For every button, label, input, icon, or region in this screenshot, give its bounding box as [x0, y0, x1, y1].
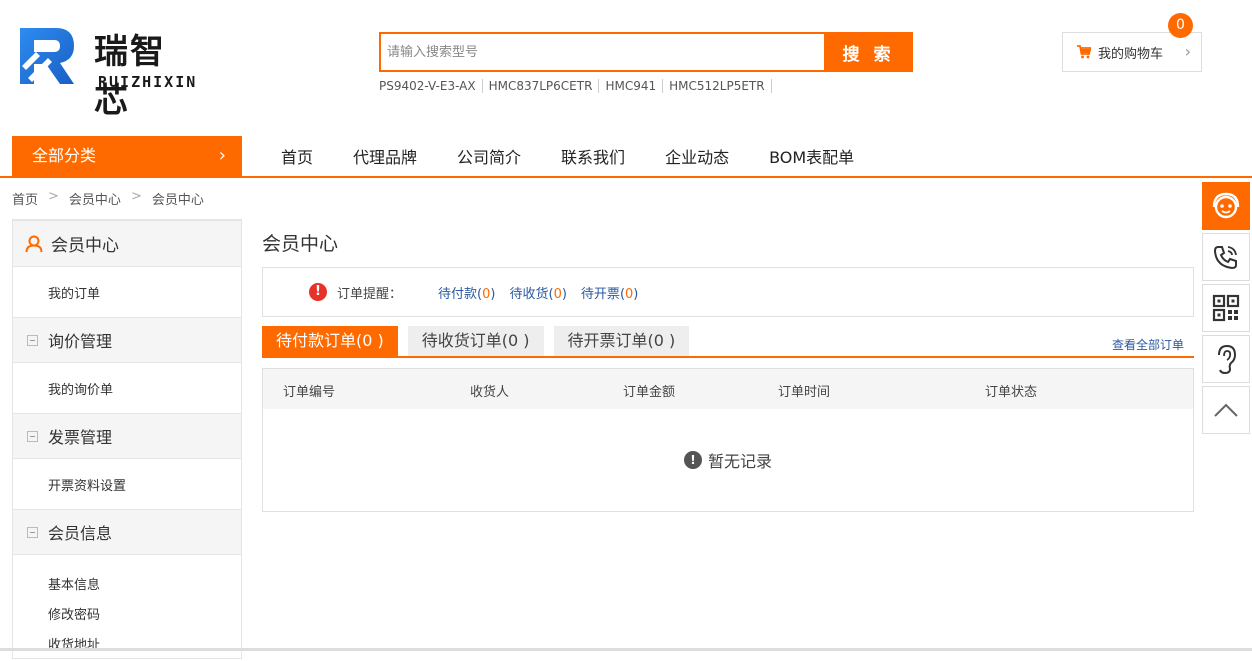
breadcrumb-separator: > [130, 189, 142, 204]
qrcode-button[interactable] [1202, 284, 1250, 332]
all-categories-button[interactable]: 全部分类 › [12, 136, 242, 176]
hot-part-link[interactable]: HMC837LP6CETR [483, 79, 600, 93]
ear-icon [1218, 344, 1237, 375]
cart-button[interactable]: 我的购物车 › [1062, 32, 1202, 72]
chevron-right-icon: › [1184, 42, 1191, 61]
hot-part-link[interactable]: PS9402-V-E3-AX [379, 79, 483, 93]
column-header: 订单时间 [778, 385, 831, 400]
breadcrumb-item[interactable]: 会员中心 [69, 189, 121, 208]
column-header: 订单状态 [985, 385, 1038, 400]
nav-link-contact[interactable]: 联系我们 [561, 144, 625, 168]
reminder-label: 待付款 [438, 286, 478, 302]
search-button[interactable]: 搜 索 [824, 32, 913, 72]
sidebar-item-change-password[interactable]: 修改密码 [13, 601, 241, 631]
empty-state-text: 暂无记录 [707, 452, 772, 471]
collapse-icon [27, 526, 38, 538]
user-icon [25, 235, 43, 252]
table-header: 订单编号 收货人 订单金额 订单时间 订单状态 [263, 369, 1193, 409]
ear-button[interactable] [1202, 335, 1250, 383]
nav-link-news[interactable]: 企业动态 [665, 144, 729, 168]
all-categories-label: 全部分类 [32, 146, 97, 165]
collapse-icon [27, 430, 38, 442]
customer-service-icon [1212, 192, 1240, 219]
tab-pending-receipt[interactable]: 待收货订单(0 ) [407, 326, 544, 356]
collapse-icon [27, 334, 38, 346]
reminder-pending-invoice[interactable]: 待开票(0) [581, 283, 638, 302]
sidebar-group-label: 询价管理 [48, 332, 113, 351]
breadcrumb-item[interactable]: 首页 [12, 189, 38, 208]
sidebar-title-label: 会员中心 [51, 236, 119, 256]
hot-part-link[interactable]: HMC941 [599, 79, 664, 93]
sidebar-item-invoice-settings[interactable]: 开票资料设置 [13, 475, 126, 494]
qrcode-icon [1212, 294, 1240, 322]
sidebar-item-my-inquiries[interactable]: 我的询价单 [13, 379, 113, 398]
reminder-pending-payment[interactable]: 待付款(0) [438, 283, 495, 302]
phone-icon [1213, 246, 1237, 270]
reminder-count: 0 [482, 286, 491, 302]
breadcrumb-separator: > [48, 189, 59, 204]
logo[interactable]: 瑞智芯 RUIZHIXIN [18, 24, 198, 121]
sidebar-link-row: 我的询价单 [13, 363, 241, 413]
floating-toolbar [1202, 182, 1252, 437]
sidebar-group-member-info[interactable]: 会员信息 [13, 509, 241, 555]
reminder-label: 待收货 [509, 286, 549, 302]
sidebar-item-my-orders[interactable]: 我的订单 [13, 283, 100, 302]
hot-parts-list: PS9402-V-E3-AX HMC837LP6CETR HMC941 HMC5… [379, 79, 772, 93]
sidebar-link-row: 我的订单 [13, 267, 241, 317]
nav-links: 首页 代理品牌 公司简介 联系我们 企业动态 BOM表配单 [281, 136, 894, 176]
back-to-top-button[interactable] [1202, 386, 1250, 434]
logo-mark-icon [20, 28, 74, 84]
main-content: 会员中心 ! 订单提醒： 待付款(0) 待收货(0) 待开票(0) 待付款订单(… [262, 219, 1194, 512]
view-all-orders-link[interactable]: 查看全部订单 [1112, 336, 1184, 353]
breadcrumb: 首页 > 会员中心 > 会员中心 [12, 189, 204, 208]
sidebar-group-label: 发票管理 [48, 428, 113, 447]
reminder-pending-receipt[interactable]: 待收货(0) [509, 283, 566, 302]
main-nav: 全部分类 › 首页 代理品牌 公司简介 联系我们 企业动态 BOM表配单 [0, 136, 1252, 178]
sidebar-link-list: 基本信息 修改密码 收货地址 [13, 555, 241, 661]
sidebar-title: 会员中心 [13, 221, 241, 267]
sidebar-item-basic-info[interactable]: 基本信息 [13, 571, 241, 601]
empty-state: ! 暂无记录 [263, 409, 1193, 511]
order-reminder: ! 订单提醒： 待付款(0) 待收货(0) 待开票(0) [262, 267, 1194, 317]
search-bar: 搜 索 [379, 32, 913, 72]
phone-button[interactable] [1202, 233, 1250, 281]
customer-service-button[interactable] [1202, 182, 1250, 230]
sidebar-group-invoice[interactable]: 发票管理 [13, 413, 241, 459]
nav-link-home[interactable]: 首页 [281, 144, 313, 168]
reminder-count: 0 [553, 286, 562, 302]
column-header: 订单金额 [623, 385, 676, 400]
back-to-top-icon [1214, 403, 1238, 417]
column-header: 订单编号 [283, 385, 336, 400]
chevron-right-icon: › [218, 145, 226, 166]
sidebar-item-shipping-address[interactable]: 收货地址 [13, 631, 241, 661]
cart-icon [1077, 45, 1091, 59]
reminder-label: 待开票 [580, 286, 620, 302]
orders-table: 订单编号 收货人 订单金额 订单时间 订单状态 ! 暂无记录 [262, 368, 1194, 512]
search-input[interactable] [379, 32, 824, 72]
hot-part-link[interactable]: HMC512LP5ETR [663, 79, 772, 93]
breadcrumb-item: 会员中心 [151, 193, 204, 208]
logo-english-name: RUIZHIXIN [98, 73, 198, 91]
cart-count-badge: 0 [1168, 13, 1193, 38]
nav-link-about[interactable]: 公司简介 [457, 144, 521, 168]
sidebar: 会员中心 我的订单 询价管理 我的询价单 发票管理 开票资料设置 会员信息 基本… [12, 219, 242, 659]
reminder-count: 0 [625, 286, 634, 302]
column-header: 收货人 [470, 385, 510, 400]
sidebar-group-label: 会员信息 [48, 524, 113, 543]
order-reminder-label: 订单提醒： [337, 286, 403, 302]
alert-icon: ! [309, 283, 327, 301]
order-tabs: 待付款订单(0 ) 待收货订单(0 ) 待开票订单(0 ) 查看全部订单 [262, 326, 1194, 358]
nav-link-bom[interactable]: BOM表配单 [769, 144, 854, 168]
tab-pending-payment[interactable]: 待付款订单(0 ) [262, 326, 398, 356]
header: 瑞智芯 RUIZHIXIN 搜 索 PS9402-V-E3-AX HMC837L… [0, 0, 1252, 136]
sidebar-link-row: 开票资料设置 [13, 459, 241, 509]
info-icon: ! [683, 451, 702, 469]
tab-pending-invoice[interactable]: 待开票订单(0 ) [553, 326, 690, 356]
sidebar-group-inquiry[interactable]: 询价管理 [13, 317, 241, 363]
cart-label: 我的购物车 [1098, 46, 1164, 62]
nav-link-brands[interactable]: 代理品牌 [353, 144, 417, 168]
page-title: 会员中心 [262, 233, 339, 255]
